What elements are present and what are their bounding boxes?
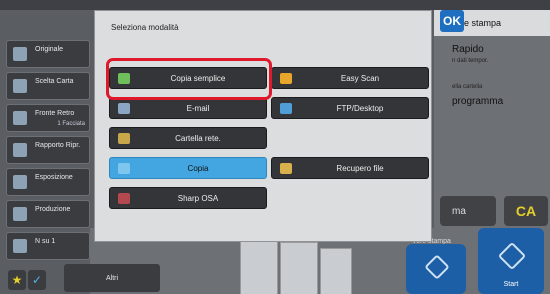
mode-ftp-desktop-button[interactable]: FTP/Desktop	[271, 97, 429, 119]
mode-sharp-osa-button[interactable]: Sharp OSA	[109, 187, 267, 209]
side-item-label: Scelta Carta	[35, 78, 74, 85]
original-icon	[13, 47, 27, 61]
right-item-programma[interactable]: programma	[452, 96, 503, 107]
mode-label: Easy Scan	[340, 74, 380, 83]
right-item-rapido[interactable]: Rapido	[452, 44, 484, 55]
star-icon[interactable]: ★	[8, 270, 26, 290]
program-button[interactable]: ma	[440, 196, 496, 226]
osa-icon	[118, 193, 130, 204]
side-item-label: Fronte Retro	[35, 110, 75, 117]
start-button[interactable]: Start	[478, 228, 544, 294]
check-icon[interactable]: ✓	[28, 270, 46, 290]
mail-icon	[118, 103, 130, 114]
mode-copia-button[interactable]: Copia	[109, 157, 267, 179]
side-item-label: N su 1	[35, 238, 56, 245]
side-item-sub: 1 Facciata	[57, 121, 85, 127]
mode-label: E-mail	[186, 104, 210, 113]
folder-icon	[118, 133, 130, 144]
screen: e stampa Rapido n dati tempor. ella cart…	[0, 0, 550, 294]
top-bar	[0, 0, 550, 10]
desktop-icon	[280, 103, 292, 114]
bottom-left-tools: ★ ✓	[6, 268, 90, 292]
preview-thumb	[280, 242, 318, 294]
exposure-icon	[13, 175, 27, 189]
start-label: Start	[503, 281, 519, 288]
mode-cartella-rete-button[interactable]: Cartella rete.	[109, 127, 267, 149]
scan-icon	[280, 73, 292, 84]
mode-label: Copia	[187, 164, 209, 173]
ca-button[interactable]: CA	[504, 196, 548, 226]
highlight-frame	[106, 58, 272, 100]
program-button-label: ma	[452, 205, 466, 217]
side-item-label: Produzione	[35, 206, 71, 213]
side-item-n-su-1[interactable]: N su 1	[6, 232, 90, 260]
side-item-produzione[interactable]: Produzione	[6, 200, 90, 228]
output-icon	[13, 207, 27, 221]
left-menu: Originale Scelta Carta Fronte Retro 1 Fac…	[6, 40, 90, 274]
side-item-scelta-carta[interactable]: Scelta Carta	[6, 72, 90, 100]
paper-icon	[13, 79, 27, 93]
mode-label: Recupero file	[336, 164, 384, 173]
right-item-cartella-sub: ella cartella	[452, 84, 483, 90]
dialog-title: Seleziona modalità	[111, 23, 179, 32]
bw-start-button[interactable]	[406, 244, 466, 294]
side-item-originale[interactable]: Originale	[6, 40, 90, 68]
mode-email-button[interactable]: E-mail	[109, 97, 267, 119]
mode-label: FTP/Desktop	[336, 104, 384, 113]
mode-easy-scan-button[interactable]: Easy Scan	[271, 67, 429, 89]
side-item-rapporto[interactable]: Rapporto Ripr.	[6, 136, 90, 164]
duplex-icon	[13, 111, 27, 125]
side-item-fronte-retro[interactable]: Fronte Retro 1 Facciata	[6, 104, 90, 132]
copy-icon	[118, 163, 130, 174]
altri-label: Altri	[105, 274, 119, 282]
side-item-label: Originale	[35, 46, 64, 53]
right-title: e stampa	[464, 18, 502, 28]
side-item-label: Esposizione	[35, 174, 73, 181]
side-item-esposizione[interactable]: Esposizione	[6, 168, 90, 196]
preview-thumb	[240, 236, 278, 294]
mode-select-dialog: Seleziona modalità Copia semplice Easy S…	[94, 10, 432, 242]
start-diamond-icon	[497, 241, 527, 271]
file-retrieve-icon	[280, 163, 292, 174]
side-item-label: Rapporto Ripr.	[35, 142, 81, 149]
n-up-icon	[13, 239, 27, 253]
ok-button[interactable]: OK	[440, 10, 464, 32]
preview-thumb	[320, 248, 352, 294]
ratio-icon	[13, 143, 27, 157]
mode-label: Cartella rete.	[175, 134, 221, 143]
start-diamond-icon	[424, 254, 450, 280]
mode-recupero-file-button[interactable]: Recupero file	[271, 157, 429, 179]
right-item-rapido-sub: n dati tempor.	[452, 58, 489, 64]
mode-label: Sharp OSA	[177, 194, 219, 203]
